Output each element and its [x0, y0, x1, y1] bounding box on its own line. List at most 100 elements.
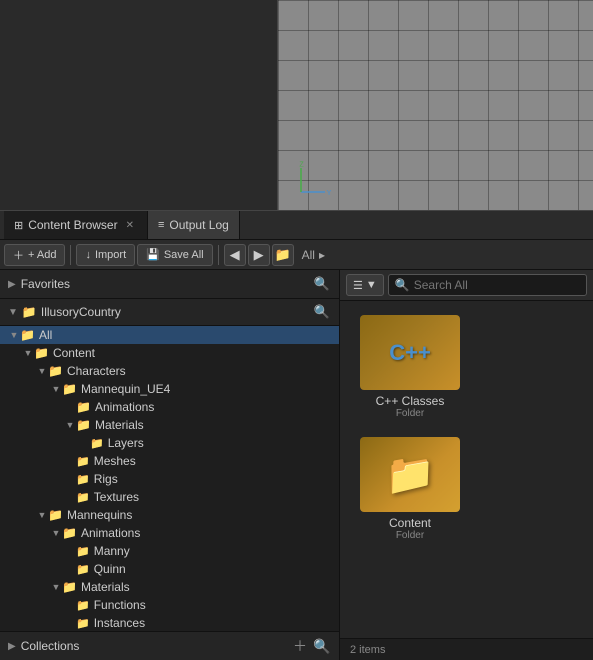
tree-item-manny[interactable]: 📁 Manny: [0, 542, 339, 560]
tree-animations-2-label: Animations: [81, 526, 140, 540]
save-all-button[interactable]: 💾 Save All: [137, 244, 212, 266]
tree-functions-label: Functions: [94, 598, 146, 612]
left-panel: ▶ Favorites 🔍 ▼ 📁 IllusoryCountry 🔍 ▼ 📁 …: [0, 270, 340, 660]
content-browser-tab-close[interactable]: ✕: [123, 219, 137, 232]
tab-output-log[interactable]: ≡ Output Log: [148, 211, 240, 239]
tree-rigs-folder-icon: 📁: [76, 473, 90, 486]
tree-layers-label: Layers: [108, 436, 144, 450]
tree-animations-2-arrow-icon: ▼: [50, 528, 62, 538]
tree-folder-icon: 📁: [22, 305, 37, 319]
collections-arrow-icon: ▶: [8, 641, 16, 652]
right-panel: ☰ ▼ 🔍 C++ C++ Classes Folder 📁: [340, 270, 593, 660]
tree-quinn-folder-icon: 📁: [76, 563, 90, 576]
tree-item-animations-2[interactable]: ▼ 📁 Animations: [0, 524, 339, 542]
collections-search-icon[interactable]: 🔍: [313, 637, 331, 655]
asset-thumb-content: 📁: [360, 437, 460, 512]
tree-item-materials-2[interactable]: ▼ 📁 Materials: [0, 578, 339, 596]
content-folder-big-icon: 📁: [385, 451, 435, 498]
tree-search-icon[interactable]: 🔍: [313, 303, 331, 321]
tree-characters-folder-icon: 📁: [48, 364, 63, 378]
tree-characters-label: Characters: [67, 364, 126, 378]
asset-grid: C++ C++ Classes Folder 📁 Content Folder: [340, 301, 593, 638]
collections-header[interactable]: ▶ Collections ＋ 🔍: [0, 632, 339, 660]
nav-back-button[interactable]: ◀: [224, 244, 246, 266]
filter-icon: ☰: [353, 279, 363, 292]
tree-area[interactable]: ▼ 📁 All ▼ 📁 Content ▼ 📁 Characters: [0, 326, 339, 631]
tree-item-animations-1[interactable]: 📁 Animations: [0, 398, 339, 416]
tab-content-browser[interactable]: ⊞ Content Browser ✕: [4, 211, 148, 239]
asset-item-content[interactable]: 📁 Content Folder: [350, 433, 470, 545]
import-icon: ↓: [85, 249, 91, 261]
nav-up-button[interactable]: 📁: [272, 244, 294, 266]
favorites-section-header[interactable]: ▶ Favorites 🔍: [0, 270, 339, 299]
tree-item-materials-1[interactable]: ▼ 📁 Materials: [0, 416, 339, 434]
favorites-label: Favorites: [21, 277, 313, 291]
axis-indicator: Y Z: [293, 160, 333, 200]
add-plus-icon: ＋: [13, 247, 24, 263]
tree-all-label: All: [39, 328, 52, 342]
tree-item-functions[interactable]: 📁 Functions: [0, 596, 339, 614]
favorites-search-icon[interactable]: 🔍: [313, 275, 331, 293]
tree-materials-2-arrow-icon: ▼: [50, 582, 62, 592]
path-arrow: ▸: [319, 248, 325, 262]
viewport-area: Y Z: [0, 0, 593, 210]
asset-item-cpp-classes[interactable]: C++ C++ Classes Folder: [350, 311, 470, 423]
tree-item-meshes[interactable]: 📁 Meshes: [0, 452, 339, 470]
nav-forward-button[interactable]: ▶: [248, 244, 270, 266]
tree-item-quinn[interactable]: 📁 Quinn: [0, 560, 339, 578]
add-label: + Add: [28, 249, 56, 261]
content-browser-toolbar: ＋ + Add ↓ Import 💾 Save All ◀ ▶ 📁 All ▸: [0, 240, 593, 270]
save-all-label: Save All: [164, 249, 204, 261]
collections-actions: ＋ 🔍: [291, 637, 331, 655]
search-box[interactable]: 🔍: [388, 274, 587, 296]
collections-label: Collections: [21, 639, 291, 653]
tree-instances-label: Instances: [94, 616, 145, 630]
output-log-tab-icon: ≡: [158, 219, 164, 231]
tree-materials-2-folder-icon: 📁: [62, 580, 77, 594]
asset-cpp-type: Folder: [396, 408, 424, 419]
asset-thumb-cpp: C++: [360, 315, 460, 390]
search-magnifier-icon: 🔍: [395, 278, 410, 292]
tree-item-content[interactable]: ▼ 📁 Content: [0, 344, 339, 362]
tree-mannequins-folder-icon: 📁: [48, 508, 63, 522]
tree-item-layers[interactable]: 📁 Layers: [0, 434, 339, 452]
tree-content-label: Content: [53, 346, 95, 360]
tree-item-instances[interactable]: 📁 Instances: [0, 614, 339, 631]
tree-item-mannequins[interactable]: ▼ 📁 Mannequins: [0, 506, 339, 524]
cpp-label: C++: [389, 340, 431, 366]
tree-rigs-label: Rigs: [94, 472, 118, 486]
right-toolbar: ☰ ▼ 🔍: [340, 270, 593, 301]
tree-animations-1-folder-icon: 📁: [76, 400, 91, 414]
tree-mannequin-ue4-folder-icon: 📁: [62, 382, 77, 396]
asset-content-name: Content: [389, 516, 431, 530]
tree-materials-1-label: Materials: [95, 418, 144, 432]
output-log-tab-label: Output Log: [169, 218, 228, 232]
tree-item-rigs[interactable]: 📁 Rigs: [0, 470, 339, 488]
asset-content-type: Folder: [396, 530, 424, 541]
tree-meshes-folder-icon: 📁: [76, 455, 90, 468]
filter-button[interactable]: ☰ ▼: [346, 274, 384, 296]
tree-animations-2-folder-icon: 📁: [62, 526, 77, 540]
toolbar-separator-2: [218, 245, 219, 265]
tree-manny-folder-icon: 📁: [76, 545, 90, 558]
search-input[interactable]: [414, 278, 580, 292]
tree-textures-folder-icon: 📁: [76, 491, 90, 504]
tree-manny-label: Manny: [94, 544, 130, 558]
path-label: All: [302, 248, 315, 262]
svg-text:Y: Y: [327, 188, 332, 197]
collections-section: ▶ Collections ＋ 🔍: [0, 631, 339, 660]
collections-add-icon[interactable]: ＋: [291, 637, 309, 655]
tree-materials-1-arrow-icon: ▼: [64, 420, 76, 430]
tree-item-all[interactable]: ▼ 📁 All: [0, 326, 339, 344]
import-button[interactable]: ↓ Import: [76, 244, 135, 266]
content-area: ▶ Favorites 🔍 ▼ 📁 IllusoryCountry 🔍 ▼ 📁 …: [0, 270, 593, 660]
content-browser-tab-label: Content Browser: [28, 218, 117, 232]
tree-characters-arrow-icon: ▼: [36, 366, 48, 376]
add-button[interactable]: ＋ + Add: [4, 244, 65, 266]
tree-item-textures[interactable]: 📁 Textures: [0, 488, 339, 506]
tree-item-mannequin-ue4[interactable]: ▼ 📁 Mannequin_UE4: [0, 380, 339, 398]
tree-item-characters[interactable]: ▼ 📁 Characters: [0, 362, 339, 380]
filter-arrow-icon: ▼: [366, 279, 377, 291]
favorites-arrow-icon: ▶: [8, 279, 16, 290]
tree-functions-folder-icon: 📁: [76, 599, 90, 612]
